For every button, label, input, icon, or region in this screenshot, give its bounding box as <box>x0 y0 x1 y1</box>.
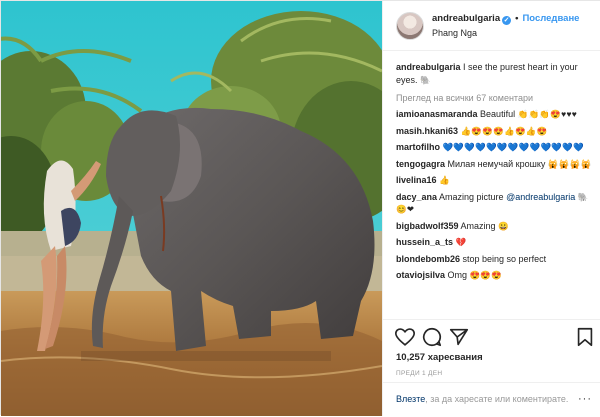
more-options-icon[interactable]: ··· <box>578 393 592 405</box>
comment-mention-link[interactable]: @andreabulgaria <box>506 192 575 202</box>
comment: martofilho 💙💙💙💙💙💙💙💙💙💙💙💙💙 <box>396 141 596 154</box>
post-date[interactable]: ПРЕДИ 1 ДЕН <box>396 370 442 377</box>
bookmark-icon[interactable] <box>574 326 596 348</box>
comment-username[interactable]: iamioanasmaranda <box>396 109 478 119</box>
comment-text: Omg <box>445 270 470 280</box>
likes-count[interactable]: 10,257 харесвания <box>396 352 483 363</box>
comment-username[interactable]: bigbadwolf359 <box>396 221 459 231</box>
post-header: andreabulgaria ✓ • Последване Phang Nga <box>383 1 600 51</box>
comment-emoji: 😍😍😍 <box>469 270 503 280</box>
share-icon[interactable] <box>448 326 470 348</box>
avatar[interactable] <box>396 12 424 40</box>
comment-text: stop being so perfect <box>460 253 547 264</box>
verified-badge-icon: ✓ <box>502 16 512 25</box>
location-link[interactable]: Phang Nga <box>432 28 477 38</box>
comment-icon[interactable] <box>421 326 443 348</box>
comment-emoji: 👍 <box>439 175 450 185</box>
caption: andreabulgaria I see the purest heart in… <box>396 61 596 86</box>
post-photo[interactable] <box>1 1 382 416</box>
comment-emoji: 👏👏👏😍♥♥♥ <box>517 109 578 119</box>
comment-emoji: 💔 <box>455 237 467 247</box>
comment: tengogagra Милая немучай крошку 🙀🙀🙀🙀 <box>396 158 596 171</box>
comment-text: Amazing picture <box>437 191 507 202</box>
header-username[interactable]: andreabulgaria <box>432 13 500 24</box>
instagram-post: andreabulgaria ✓ • Последване Phang Nga and… <box>0 0 600 416</box>
comment-username[interactable]: livelina16 <box>396 175 437 185</box>
photo-elephant-scene <box>1 1 382 416</box>
heart-icon[interactable] <box>394 326 416 348</box>
comment: dacy_ana Amazing picture @andreabulgaria… <box>396 191 596 216</box>
post-actions: 10,257 харесвания ПРЕДИ 1 ДЕН Влезте, за… <box>383 319 600 416</box>
comment: otaviojsilva Omg 😍😍😍 <box>396 269 596 282</box>
comment-username[interactable]: tengogagra <box>396 159 445 169</box>
comment-emoji: 🙀🙀🙀🙀 <box>547 158 592 169</box>
comment: masih.hkani63 👍😍😍😍👍😍👍😍 <box>396 125 596 138</box>
comment-username[interactable]: masih.hkani63 <box>396 126 458 136</box>
caption-emoji: 🐘 <box>420 74 431 85</box>
comment: iamioanasmaranda Beautiful 👏👏👏😍♥♥♥ <box>396 108 596 121</box>
comments-list[interactable]: andreabulgaria I see the purest heart in… <box>396 61 596 319</box>
post-side-panel: andreabulgaria ✓ • Последване Phang Nga and… <box>382 1 600 416</box>
login-prompt-text: , за да харесате или коментирате. <box>425 394 569 404</box>
comment-text: Милая немучай крошку <box>445 158 546 169</box>
login-prompt: Влезте, за да харесате или коментирате. … <box>383 382 600 417</box>
comment-text: Amazing <box>458 220 499 231</box>
comment-username[interactable]: blondebomb26 <box>396 254 460 264</box>
comment-emoji: 😀 <box>498 220 509 231</box>
comment: hussein_a_ts 💔 <box>396 236 596 249</box>
comment: bigbadwolf359 Amazing 😀 <box>396 220 596 233</box>
action-icons <box>394 326 594 350</box>
login-link[interactable]: Влезте <box>396 394 425 404</box>
comment: livelina16 👍 <box>396 174 596 187</box>
comment: blondebomb26 stop being so perfect <box>396 253 596 266</box>
comment-username[interactable]: otaviojsilva <box>396 270 445 280</box>
view-all-comments-link[interactable]: Преглед на всички 67 коментари <box>396 92 596 104</box>
comment-text: Beautiful <box>477 109 518 119</box>
comment-username[interactable]: martofilho <box>396 142 440 152</box>
comment-emoji: 👍😍😍😍👍😍👍😍 <box>460 125 548 136</box>
follow-button[interactable]: Последване <box>522 13 579 24</box>
separator-dot: • <box>515 13 519 24</box>
comment-emoji: 💙💙💙💙💙💙💙💙💙💙💙💙💙 <box>442 142 585 152</box>
caption-username[interactable]: andreabulgaria <box>396 62 461 72</box>
header-username-row: andreabulgaria ✓ • Последване <box>432 13 579 25</box>
comment-username[interactable]: dacy_ana <box>396 192 437 202</box>
comment-username[interactable]: hussein_a_ts <box>396 237 453 247</box>
